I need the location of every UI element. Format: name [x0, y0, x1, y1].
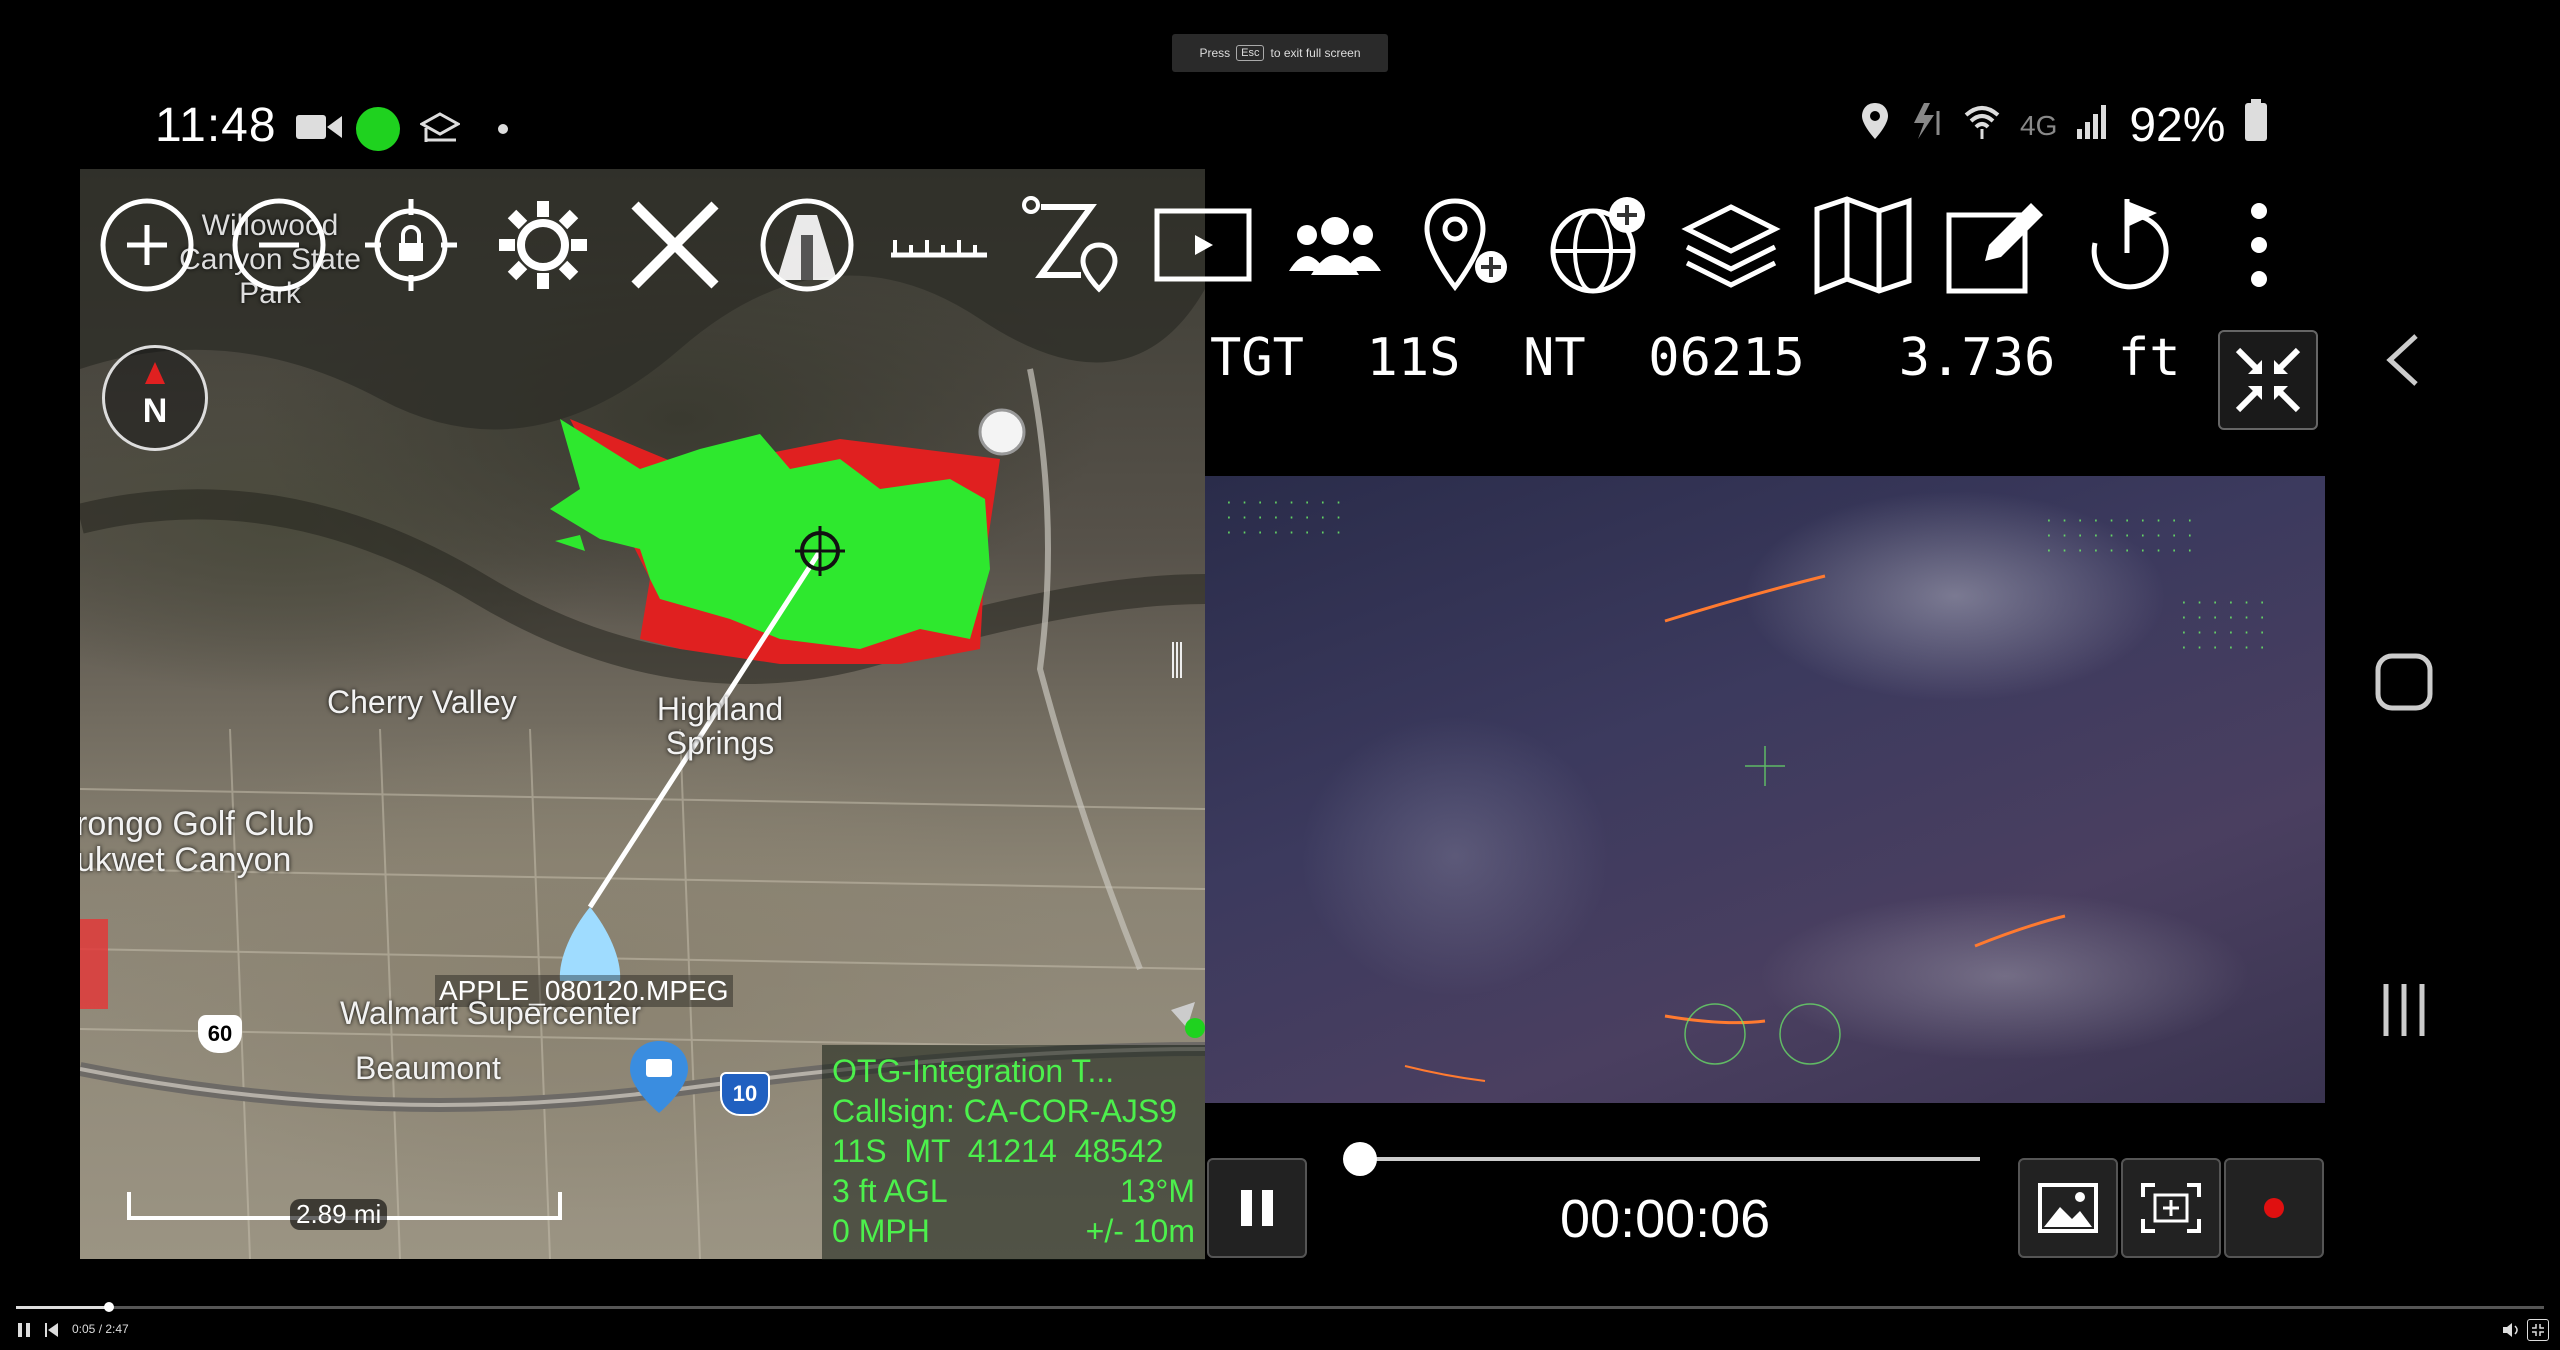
compass-icon[interactable]: N [102, 345, 208, 451]
status-right-cluster: 4G 92% [1860, 98, 2269, 153]
fullscreen-exit-hint: Press Esc to exit full screen [1172, 34, 1388, 72]
network-type: 4G [2020, 109, 2058, 141]
player-control-bar: 0:05 / 2:47 [0, 1300, 2560, 1350]
hud-top-left: · · · · · · · · · · · · · · · · · · · · · … [1225, 496, 1343, 541]
back-nav-icon[interactable] [2380, 330, 2426, 395]
player-progress-thumb[interactable] [104, 1302, 114, 1312]
elapsed-time: 00:00:06 [1560, 1189, 1771, 1249]
unit-info-box: OTG-Integration T... Callsign: CA-COR-AJ… [822, 1045, 1205, 1260]
scale-label: 2.89 mi [290, 1199, 388, 1230]
video-camera-icon [296, 112, 342, 147]
battery-icon [2243, 98, 2269, 153]
aircraft-compass-icon[interactable] [757, 195, 857, 295]
add-globe-icon[interactable] [1549, 195, 1649, 295]
cherry-valley-label: Cherry Valley [327, 684, 517, 720]
info-callsign: Callsign: CA-COR-AJS9 [832, 1093, 1177, 1129]
video-play-icon[interactable] [1153, 195, 1253, 295]
highland-springs-label: Highland Springs [656, 691, 784, 761]
waypoint-marker[interactable] [978, 408, 1026, 456]
image-icon [2038, 1183, 2098, 1233]
canyon-label: ukwet Canyon [80, 841, 292, 879]
home-nav-icon[interactable] [2374, 652, 2434, 717]
capture-frame-button[interactable] [2121, 1158, 2221, 1258]
route-10-shield: 10 [720, 1072, 770, 1116]
status-time: 11:48 [155, 99, 277, 152]
seek-thumb[interactable] [1343, 1142, 1377, 1176]
record-dot-icon [2264, 1198, 2284, 1218]
ruler-icon[interactable] [889, 195, 989, 295]
target-coordinates: TGT 11S NT 06215 3.736 ft [1210, 328, 2181, 388]
hud-right: · · · · · · · · · · · · · · · · · · · · · ·… [2180, 596, 2267, 656]
player-time: 0:05 / 2:47 [72, 1322, 129, 1336]
info-grid: 11S MT 41214 48542 [832, 1133, 1164, 1169]
location-pin-marker-icon[interactable] [628, 1039, 690, 1120]
data-transfer-icon [1908, 98, 1944, 153]
hint-prefix: Press [1199, 46, 1231, 60]
player-exit-fullscreen-icon[interactable] [2527, 1319, 2549, 1341]
zoom-in-icon[interactable] [97, 195, 197, 295]
esc-key-badge: Esc [1236, 45, 1265, 61]
pause-button[interactable] [1207, 1158, 1307, 1258]
recording-dot-icon [356, 107, 400, 151]
observer-marker[interactable] [559, 907, 621, 981]
player-pause-icon[interactable] [16, 1322, 32, 1343]
close-x-icon[interactable] [625, 195, 725, 295]
lock-location-icon[interactable] [361, 195, 461, 295]
player-progress-fill [16, 1306, 109, 1309]
player-progress-track[interactable] [16, 1306, 2544, 1309]
info-altitude-heading-row: 3 ft AGL 13°M [832, 1171, 1195, 1211]
video-feed[interactable]: · · · · · · · · · · · · · · · · · · · · · … [1205, 476, 2325, 1103]
screen-capture-icon [2141, 1183, 2201, 1233]
contacts-group-icon[interactable] [1285, 195, 1385, 295]
golf-club-label: rongo Golf Club [80, 805, 315, 843]
settings-gear-icon[interactable] [493, 195, 593, 295]
record-button[interactable] [2224, 1158, 2324, 1258]
walmart-label: Walmart Supercenter [340, 995, 642, 1031]
hint-suffix: to exit full screen [1270, 46, 1361, 60]
map-icon[interactable] [1813, 195, 1913, 295]
seek-track[interactable] [1360, 1157, 1980, 1161]
snapshot-button[interactable] [2018, 1158, 2118, 1258]
notification-dot-icon [498, 124, 508, 134]
battery-level: 92% [2129, 99, 2226, 152]
zoom-out-icon[interactable] [229, 195, 329, 295]
exit-fullscreen-button[interactable] [2218, 330, 2318, 430]
compass-north-label: N [142, 392, 168, 430]
more-vertical-icon[interactable] [2209, 195, 2309, 295]
info-accuracy: +/- 10m [1085, 1213, 1195, 1249]
location-pin-icon [1860, 98, 1890, 153]
add-location-icon[interactable] [1417, 195, 1517, 295]
pause-icon [1241, 1190, 1273, 1226]
player-volume-icon[interactable] [2502, 1322, 2520, 1343]
info-title: OTG-Integration T... [832, 1053, 1115, 1089]
edit-icon[interactable] [1945, 195, 2045, 295]
flag-refresh-icon[interactable] [2077, 195, 2177, 295]
recents-nav-icon[interactable] [2378, 980, 2430, 1045]
layers-icon[interactable] [1681, 195, 1781, 295]
hud-top-right: · · · · · · · · · · · · · · · · · · · · · … [2045, 514, 2194, 559]
self-marker-icon[interactable] [1165, 998, 1205, 1038]
info-heading: 13°M [1119, 1173, 1195, 1209]
info-speed: 0 MPH [832, 1213, 930, 1249]
wifi-icon [1962, 98, 2002, 153]
player-restart-icon[interactable] [44, 1322, 60, 1343]
hat-icon [418, 112, 462, 149]
route-60-shield: 60 [198, 1015, 242, 1053]
fire-line-overlay [1404, 574, 2066, 1082]
info-speed-accuracy-row: 0 MPH +/- 10m [832, 1211, 1195, 1251]
panel-resize-handle[interactable] [1170, 642, 1184, 678]
beaumont-label: Beaumont [355, 1050, 501, 1086]
route-icon[interactable] [1021, 195, 1121, 295]
info-altitude: 3 ft AGL [832, 1173, 948, 1209]
signal-bars-icon [2075, 98, 2111, 153]
